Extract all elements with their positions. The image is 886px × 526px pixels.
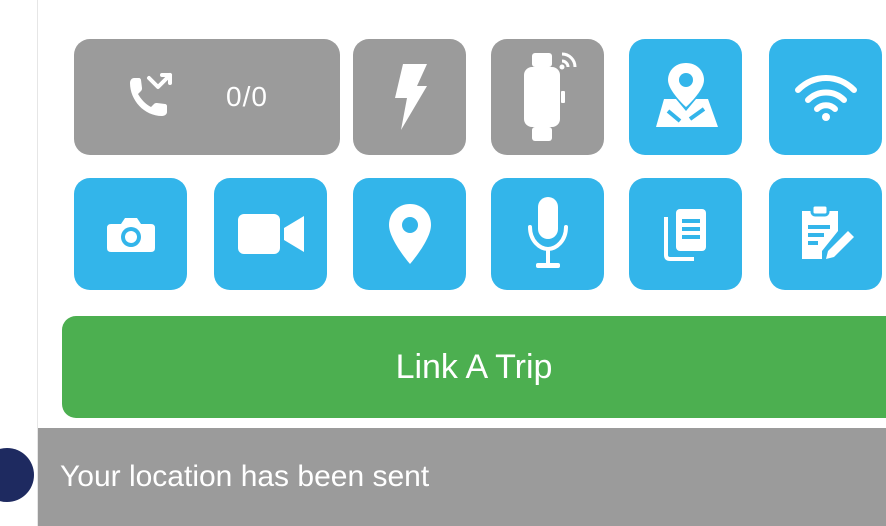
map-location-icon	[650, 63, 722, 131]
clipboard-edit-icon	[796, 203, 856, 265]
location-button[interactable]	[353, 178, 466, 290]
clipboard-edit-button[interactable]	[769, 178, 882, 290]
map-location-button[interactable]	[629, 39, 742, 155]
camera-icon	[106, 216, 155, 252]
wifi-button[interactable]	[769, 39, 882, 155]
flash-button[interactable]	[353, 39, 466, 155]
documents-button[interactable]	[629, 178, 742, 290]
smartwatch-icon	[518, 49, 578, 145]
camera-button[interactable]	[74, 178, 187, 290]
toast-message: Your location has been sent	[60, 460, 430, 493]
call-button[interactable]: 0/0	[74, 39, 340, 155]
documents-icon	[663, 207, 708, 261]
link-a-trip-button[interactable]: Link A Trip	[62, 316, 886, 418]
flash-icon	[393, 64, 427, 130]
video-camera-icon	[237, 214, 304, 254]
microphone-icon	[526, 197, 570, 271]
phone-missed-icon	[124, 72, 174, 122]
link-a-trip-label: Link A Trip	[395, 347, 553, 386]
call-count: 0/0	[226, 81, 268, 112]
location-pin-icon	[388, 204, 431, 264]
microphone-button[interactable]	[491, 178, 604, 290]
top-border	[38, 0, 886, 18]
location-sent-toast: Your location has been sent	[38, 428, 886, 526]
wifi-icon	[794, 72, 858, 122]
video-camera-button[interactable]	[214, 178, 327, 290]
smartwatch-button[interactable]	[491, 39, 604, 155]
